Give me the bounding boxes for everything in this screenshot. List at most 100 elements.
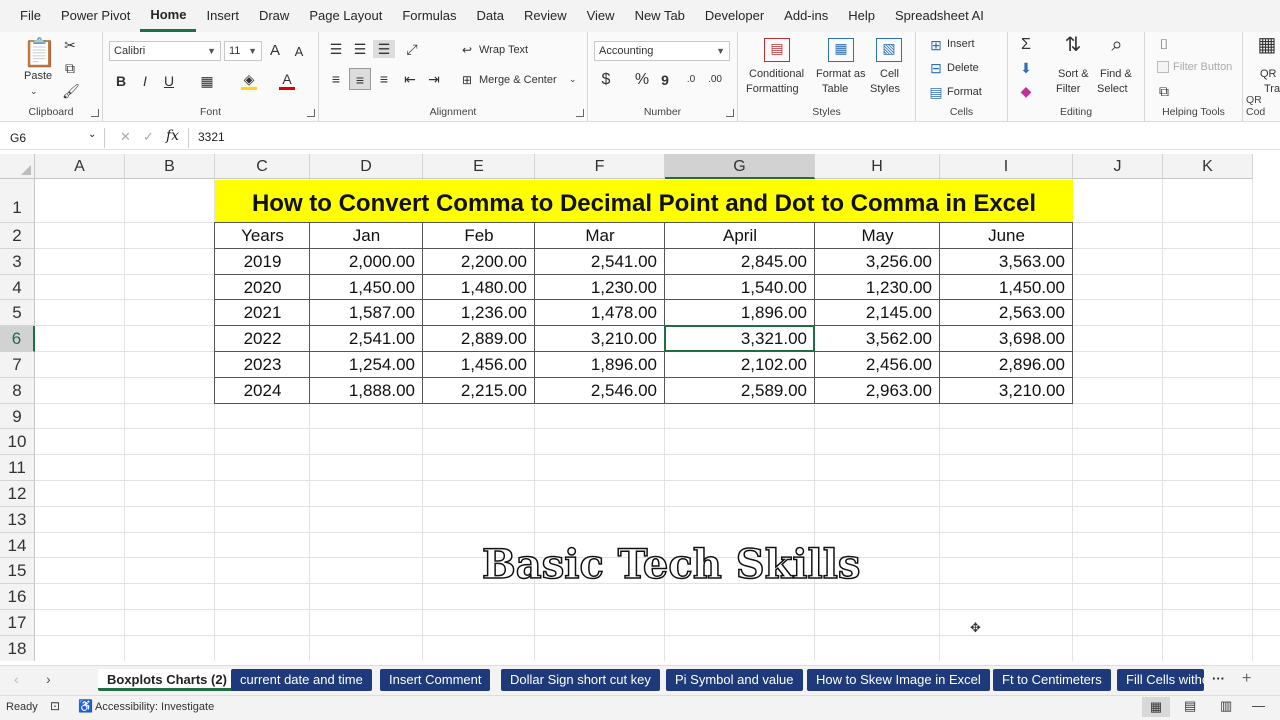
number-launcher[interactable]: [726, 109, 734, 117]
underline-button[interactable]: U: [161, 72, 177, 90]
value-cell[interactable]: 2,200.00: [423, 249, 535, 275]
sheet-tab[interactable]: How to Skew Image in Excel: [807, 669, 990, 691]
column-header-j[interactable]: J: [1073, 154, 1163, 179]
cell-styles-icon[interactable]: ▧: [876, 38, 902, 62]
value-cell[interactable]: 2,889.00: [423, 326, 535, 352]
increase-decimal-icon[interactable]: .0: [682, 71, 700, 89]
column-header-h[interactable]: H: [815, 154, 940, 179]
row-header-1[interactable]: 1: [0, 179, 35, 223]
row-header-9[interactable]: 9: [0, 403, 35, 430]
value-cell[interactable]: 2,102.00: [665, 352, 815, 378]
alignment-launcher[interactable]: [576, 109, 584, 117]
accessibility-status[interactable]: Accessibility: Investigate: [95, 701, 214, 713]
value-cell[interactable]: 2,589.00: [665, 378, 815, 404]
sort-filter-label-2[interactable]: Filter: [1056, 83, 1080, 95]
value-cell[interactable]: 2,845.00: [665, 249, 815, 275]
orientation-icon[interactable]: ⤢: [403, 40, 421, 58]
table-header-cell[interactable]: Feb: [423, 223, 535, 249]
row-header-16[interactable]: 16: [0, 584, 35, 610]
clipboard-launcher[interactable]: [91, 109, 99, 117]
value-cell[interactable]: 2,546.00: [535, 378, 665, 404]
table-header-cell[interactable]: Jan: [310, 223, 423, 249]
align-bottom-icon[interactable]: ☰: [373, 40, 395, 58]
name-box[interactable]: G6: [6, 128, 98, 148]
borders-icon[interactable]: ▦: [199, 72, 215, 90]
find-select-label-2[interactable]: Select: [1097, 83, 1128, 95]
number-format-dropdown[interactable]: Accounting ▼: [594, 41, 730, 61]
font-size-dropdown[interactable]: 11 ▼: [224, 41, 262, 61]
menu-item-developer[interactable]: Developer: [695, 0, 774, 32]
value-cell[interactable]: 3,210.00: [940, 378, 1073, 404]
worksheet-grid[interactable]: ABCDEFGHIJK 1 2 3 4 5 6 7 8 9 10 11 12 13 14 15 16 17 18 …: [0, 154, 1280, 661]
column-header-f[interactable]: F: [535, 154, 665, 179]
row-header-15[interactable]: 15: [0, 558, 35, 585]
column-header-k[interactable]: K: [1163, 154, 1253, 179]
row-header-6[interactable]: 6: [0, 326, 35, 352]
bold-button[interactable]: B: [113, 72, 129, 90]
align-middle-icon[interactable]: ☰: [351, 40, 369, 58]
row-header-13[interactable]: 13: [0, 506, 35, 533]
row-header-14[interactable]: 14: [0, 532, 35, 559]
value-cell[interactable]: 2,145.00: [815, 300, 940, 326]
year-cell[interactable]: 2022: [215, 326, 310, 352]
value-cell[interactable]: 2,563.00: [940, 300, 1073, 326]
value-cell[interactable]: 3,562.00: [815, 326, 940, 352]
row-header-4[interactable]: 4: [0, 274, 35, 301]
row-header-8[interactable]: 8: [0, 377, 35, 404]
delete-cells-button[interactable]: Delete: [947, 62, 979, 74]
value-cell[interactable]: 2,000.00: [310, 249, 423, 275]
select-all-corner[interactable]: [0, 154, 35, 179]
sheet-tab[interactable]: current date and time: [231, 669, 372, 691]
decrease-font-icon[interactable]: A: [290, 43, 308, 61]
sort-filter-icon[interactable]: ⇅: [1060, 35, 1086, 55]
value-cell[interactable]: 1,230.00: [815, 275, 940, 301]
conditional-formatting-icon[interactable]: ▤: [764, 38, 790, 62]
year-cell[interactable]: 2021: [215, 300, 310, 326]
formula-input[interactable]: 3321: [198, 130, 225, 144]
copy-icon[interactable]: ⧉: [62, 59, 78, 77]
more-tabs-icon[interactable]: ···: [1212, 671, 1225, 686]
value-cell[interactable]: 1,456.00: [423, 352, 535, 378]
scroll-right-icon[interactable]: ›: [46, 671, 51, 687]
accessibility-icon[interactable]: ♿: [78, 699, 93, 713]
sheet-tab[interactable]: Fill Cells witho: [1117, 669, 1204, 691]
cell-styles-label-2[interactable]: Styles: [870, 83, 900, 95]
decrease-indent-icon[interactable]: ⇤: [401, 70, 419, 88]
sheet-tab[interactable]: Dollar Sign short cut key: [501, 669, 660, 691]
value-cell[interactable]: 2,963.00: [815, 378, 940, 404]
sheet-tab[interactable]: Insert Comment: [380, 669, 491, 691]
value-cell[interactable]: 1,896.00: [535, 352, 665, 378]
autosum-icon[interactable]: Σ: [1018, 36, 1034, 54]
font-name-dropdown[interactable]: Calibri ▼: [109, 41, 221, 61]
fill-color-icon[interactable]: ◈: [241, 72, 257, 90]
value-cell[interactable]: 2,215.00: [423, 378, 535, 404]
decrease-decimal-icon[interactable]: .00: [706, 71, 724, 89]
row-header-10[interactable]: 10: [0, 429, 35, 456]
qr-button-label-1[interactable]: QR: [1260, 68, 1277, 80]
page-layout-view-icon[interactable]: ▤: [1184, 698, 1196, 714]
column-header-e[interactable]: E: [423, 154, 535, 179]
font-launcher[interactable]: [307, 109, 315, 117]
merge-center-button[interactable]: Merge & Center: [479, 74, 557, 86]
menu-item-insert[interactable]: Insert: [196, 0, 249, 32]
value-cell[interactable]: 3,256.00: [815, 249, 940, 275]
year-cell[interactable]: 2024: [215, 378, 310, 404]
insert-cells-button[interactable]: Insert: [947, 38, 975, 50]
column-header-b[interactable]: B: [125, 154, 215, 179]
cut-icon[interactable]: ✂: [62, 36, 78, 54]
row-header-17[interactable]: 17: [0, 610, 35, 636]
find-select-label-1[interactable]: Find &: [1100, 68, 1132, 80]
menu-item-draw[interactable]: Draw: [249, 0, 299, 32]
row-header-18[interactable]: 18: [0, 635, 35, 661]
search-icon[interactable]: ⌕: [1104, 35, 1130, 55]
chevron-down-icon[interactable]: ⌄: [88, 129, 96, 140]
value-cell[interactable]: 1,587.00: [310, 300, 423, 326]
table-header-cell[interactable]: June: [940, 223, 1073, 249]
sheet-tab[interactable]: Ft to Centimeters: [993, 669, 1111, 691]
value-cell[interactable]: 2,456.00: [815, 352, 940, 378]
macro-record-icon[interactable]: ⊡: [50, 699, 60, 713]
value-cell[interactable]: 1,236.00: [423, 300, 535, 326]
align-right-icon[interactable]: ≡: [375, 70, 393, 88]
menu-item-file[interactable]: File: [10, 0, 51, 32]
value-cell[interactable]: 1,450.00: [310, 275, 423, 301]
